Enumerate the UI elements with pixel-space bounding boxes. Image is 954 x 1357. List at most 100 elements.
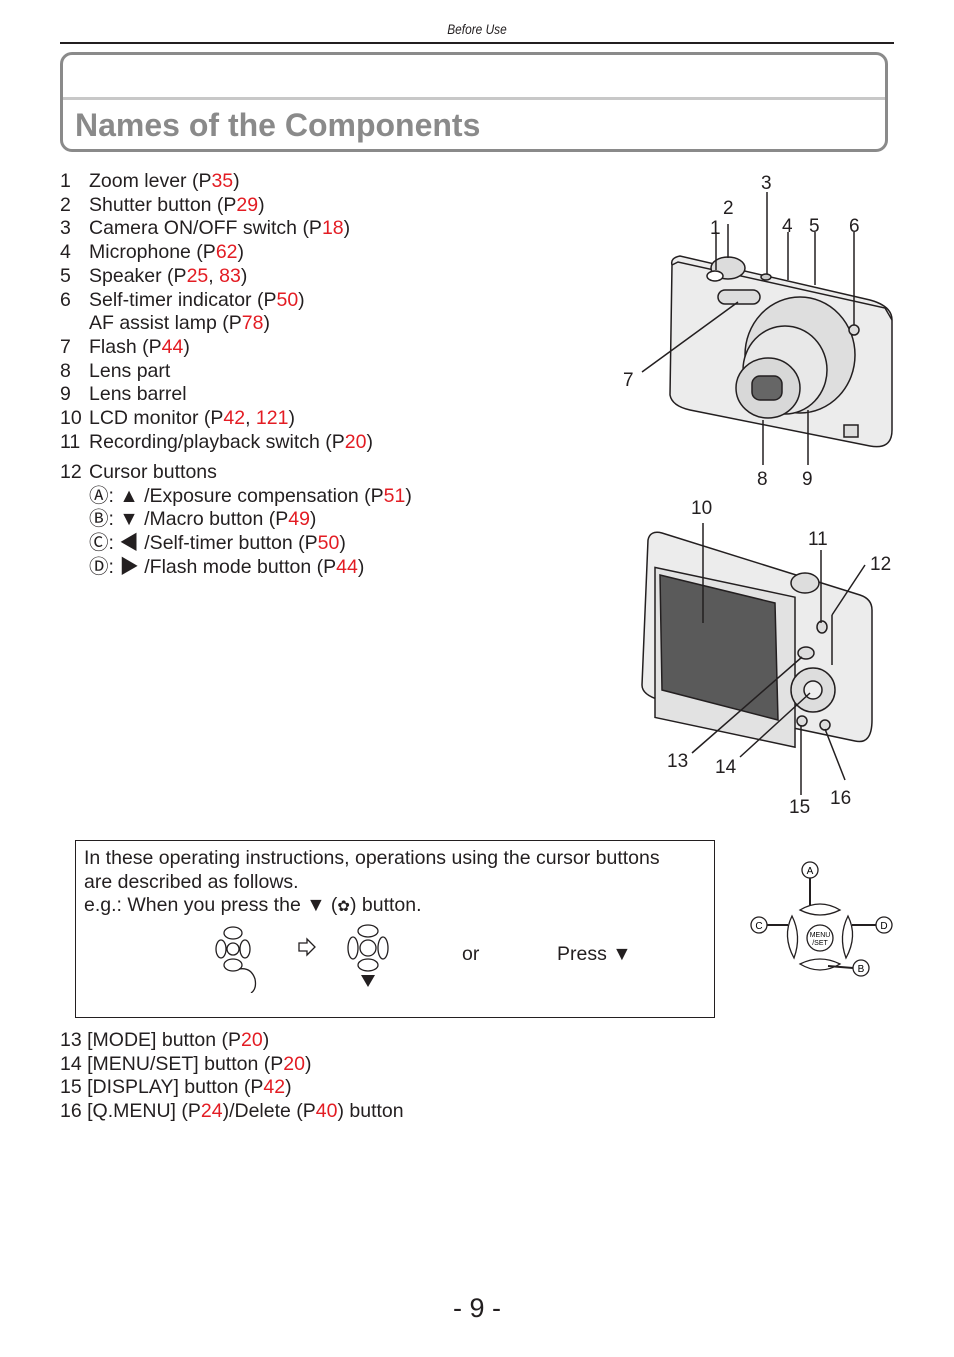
- item-text: Zoom lever (P: [89, 170, 212, 192]
- cursor-key: Ⓓ:: [89, 555, 120, 578]
- page-ref: 20: [344, 430, 367, 453]
- page-number: - 9 -: [452, 1293, 501, 1323]
- label-b: B: [858, 964, 865, 975]
- callout-16: 16: [830, 788, 852, 809]
- label-c: C: [755, 921, 762, 932]
- callout-12: 12: [870, 554, 892, 575]
- note-line-3-pre: e.g.: When you press the ▼ (: [84, 894, 338, 916]
- list-item: 8 Lens part: [60, 360, 373, 384]
- item-text: ): [285, 1076, 292, 1099]
- title-box: Names of the Components: [60, 52, 888, 152]
- cursor-key: Ⓒ:: [89, 532, 120, 555]
- list-item: 3 Camera ON/OFF switch (P18): [60, 217, 373, 241]
- page-ref: 40: [315, 1100, 338, 1123]
- label-d: D: [880, 921, 887, 932]
- callout-7: 7: [623, 370, 634, 391]
- item-tail: ): [339, 532, 346, 555]
- item-text: )/Delete (P: [222, 1100, 316, 1123]
- cursor-item: Ⓓ: ▶ /Flash mode button (P44): [60, 556, 412, 580]
- item-text: /Self-timer button (P: [144, 532, 318, 555]
- cursor-key: Ⓐ:: [89, 484, 120, 507]
- cursor-key: Ⓑ:: [89, 508, 120, 531]
- list-item: 7 Flash (P44): [60, 336, 373, 360]
- item-text: /Flash mode button (P: [144, 555, 337, 578]
- page-ref: 20: [283, 1052, 305, 1075]
- callout-15: 15: [789, 797, 811, 818]
- callout-14: 14: [715, 757, 737, 778]
- item-number: 8: [60, 359, 71, 382]
- page-ref: 62: [215, 241, 238, 264]
- item-text: Lens barrel: [89, 383, 187, 406]
- camera-front-illustration: [641, 192, 893, 465]
- page-ref: 29: [236, 193, 259, 216]
- arrow-icon: ▼: [119, 508, 145, 531]
- callout-4: 4: [782, 216, 793, 237]
- page-ref: 42: [263, 1076, 286, 1099]
- note-line-3: e.g.: When you press the ▼ (✿) button.: [84, 894, 706, 919]
- item-text: Lens part: [89, 359, 171, 382]
- list-item: 16 [Q.MENU] (P24)/Delete (P40) button: [60, 1100, 404, 1124]
- item-number: 7: [60, 335, 71, 358]
- list-item: 10 LCD monitor (P42, 121): [60, 407, 373, 431]
- item-text: LCD monitor (P: [89, 407, 224, 430]
- list-item: 1 Zoom lever (P35): [60, 170, 373, 194]
- item-tail: ): [309, 508, 317, 531]
- item-number: 3: [60, 217, 71, 240]
- item-tail: ): [357, 555, 365, 578]
- item-tail: ): [288, 407, 295, 430]
- callout-13: 13: [667, 751, 689, 772]
- menu-label: MENU: [810, 932, 831, 939]
- list-item: 4 Microphone (P62): [60, 241, 373, 265]
- ref-sep: ,: [245, 407, 256, 430]
- item-tail: ): [263, 312, 271, 335]
- callout-2: 2: [723, 198, 734, 219]
- page-ref: 50: [276, 288, 299, 311]
- camera-back-illustration: [641, 523, 873, 795]
- callout-11: 11: [808, 529, 828, 550]
- page-ref: 35: [211, 170, 234, 192]
- header-rule: [60, 42, 894, 44]
- item-text: [Q.MENU] (P: [87, 1100, 201, 1123]
- item-tail: ): [405, 484, 412, 507]
- page-ref: 44: [161, 335, 184, 358]
- item-tail: ): [366, 430, 373, 453]
- note-press-down: Press ▼: [557, 943, 632, 965]
- list-item: AF assist lamp (P78): [60, 312, 373, 336]
- page-ref: 49: [288, 508, 310, 531]
- item-tail: ): [240, 264, 248, 287]
- item-tail: ): [298, 288, 305, 311]
- item-tail: ): [343, 217, 351, 240]
- list-item: 9 Lens barrel: [60, 383, 373, 407]
- page-ref: 51: [383, 484, 406, 507]
- page-ref: 121: [255, 407, 289, 430]
- page-ref: 78: [241, 312, 264, 335]
- note-line-2: are described as follows.: [84, 870, 299, 893]
- item-number: 9: [60, 383, 71, 406]
- item-number: 4: [60, 241, 71, 264]
- item-text: AF assist lamp (P: [89, 312, 242, 335]
- item-text: [DISPLAY] button (P: [87, 1076, 264, 1099]
- set-label: /SET: [812, 940, 828, 947]
- item-text: ): [262, 1029, 270, 1051]
- item-text: [MENU/SET] button (P: [87, 1052, 284, 1075]
- list-item: 2 Shutter button (P29): [60, 194, 373, 218]
- item-tail: ): [237, 241, 245, 264]
- section-header: Before Use: [447, 21, 507, 37]
- cursor-item: Ⓒ: ◀ /Self-timer button (P50): [60, 532, 412, 556]
- callout-10: 10: [691, 498, 713, 519]
- page-ref: 25: [186, 264, 209, 287]
- page-ref: 18: [321, 217, 344, 240]
- list-item: 12 Cursor buttons: [60, 461, 412, 485]
- item-number: 13: [60, 1029, 88, 1051]
- cursor-press-illustration: [215, 924, 389, 993]
- list-item: 5 Speaker (P25, 83): [60, 265, 373, 289]
- macro-icon: ✿: [337, 898, 350, 915]
- item-text: Camera ON/OFF switch (P: [89, 217, 322, 240]
- item-number: 1: [60, 170, 71, 192]
- page-ref: 50: [317, 532, 340, 555]
- note-line-1: In these operating instructions, operati…: [84, 847, 660, 869]
- item-text: Self-timer indicator (P: [89, 288, 277, 311]
- item-text: ): [304, 1052, 312, 1075]
- item-tail: ): [258, 193, 265, 216]
- item-text: Flash (P: [89, 335, 162, 358]
